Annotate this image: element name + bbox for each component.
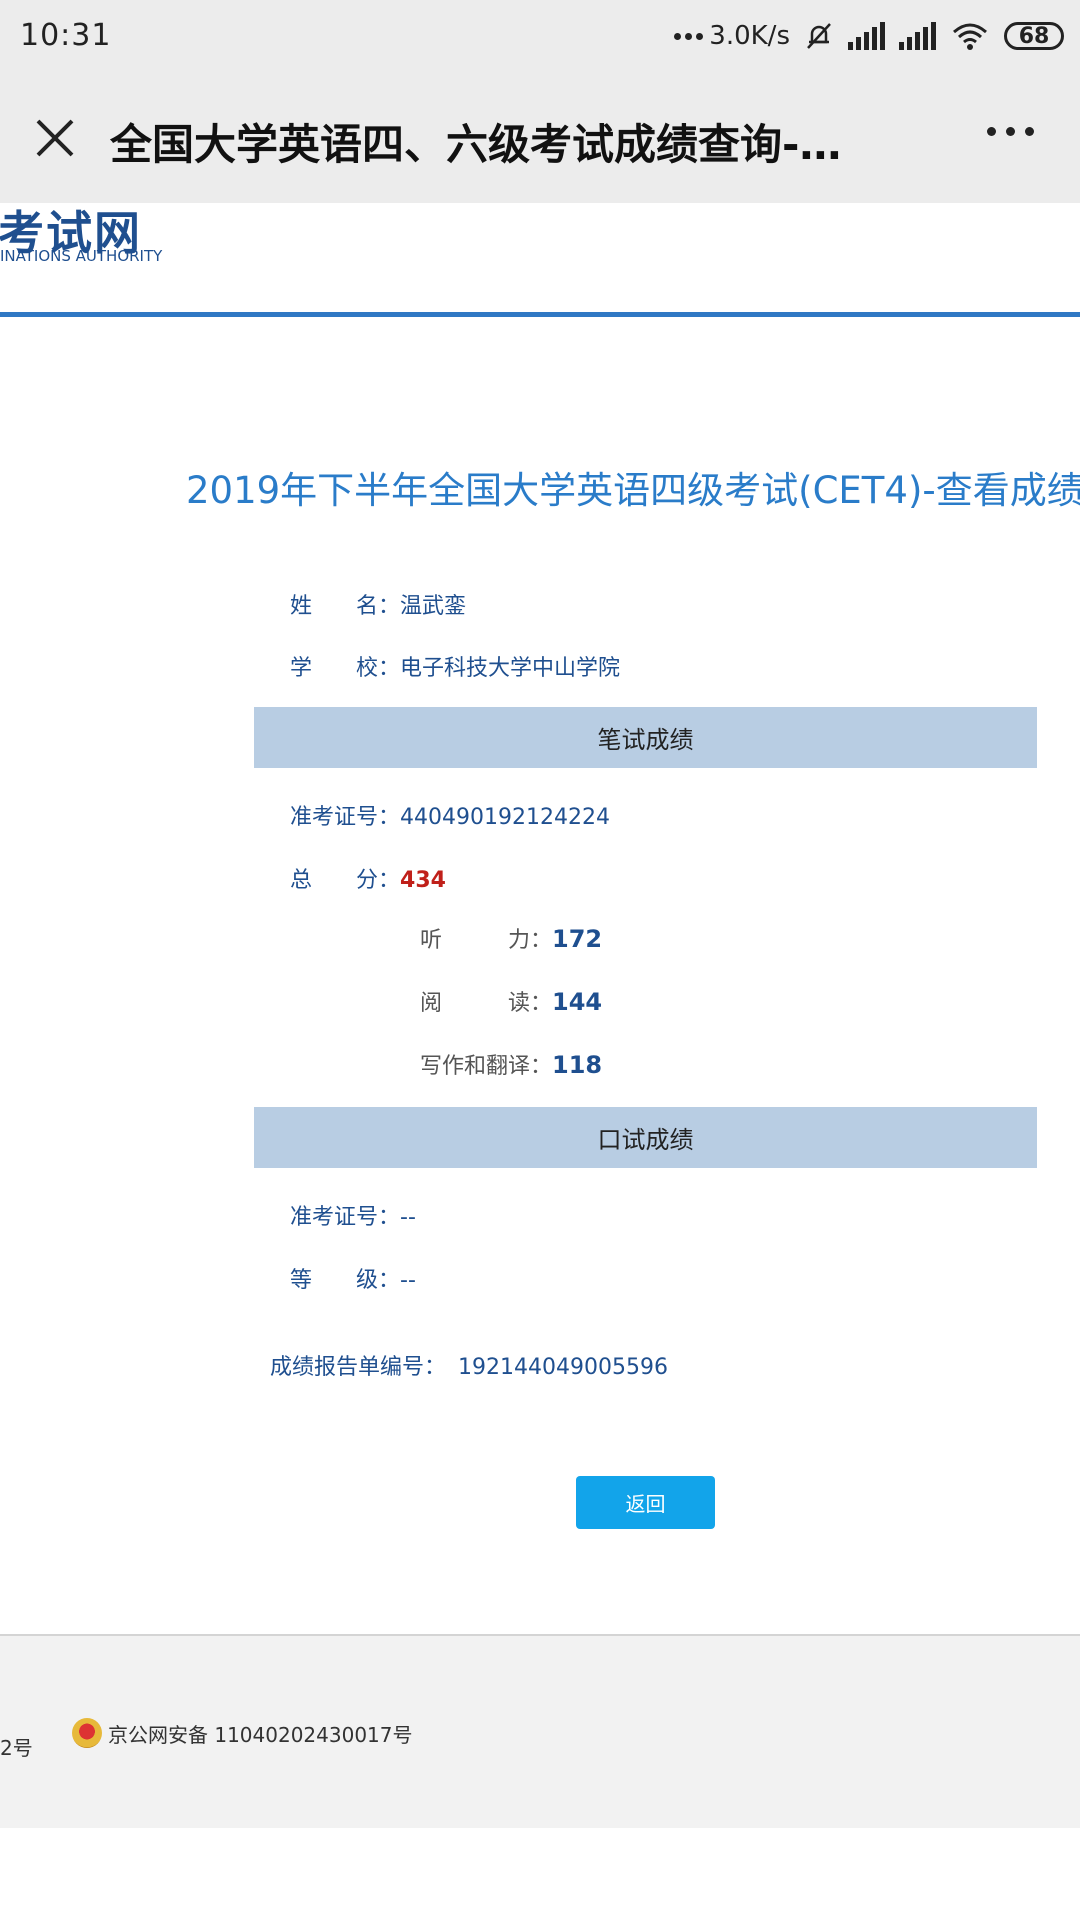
footer-icp[interactable]: 京公网安备 11040202430017号: [72, 1718, 413, 1748]
page-title: 2019年下半年全国大学英语四级考试(CET4)-查看成绩: [186, 469, 1080, 512]
status-icons: 3.0K/s 68: [674, 14, 1064, 58]
wifi-icon: [953, 23, 987, 50]
battery-icon: 68: [1004, 22, 1064, 50]
signal-icon: [899, 22, 936, 50]
mute-bell-icon: [807, 23, 831, 49]
report-number-value: 192144049005596: [458, 1355, 668, 1380]
listening-label: 听 力：: [420, 928, 553, 953]
reading-label: 阅 读：: [420, 991, 553, 1016]
reading-value: 144: [552, 988, 603, 1016]
oral-grade-label: 等 级：: [290, 1268, 401, 1293]
writing-label: 写作和翻译：: [420, 1054, 553, 1079]
written-ticket-row: 准考证号：440490192124224: [290, 799, 610, 831]
listening-row: 听 力：172: [420, 922, 602, 954]
total-score-row: 总 分：434: [290, 862, 446, 894]
written-section-title: 笔试成绩: [597, 726, 694, 754]
written-ticket-label: 准考证号：: [290, 805, 401, 830]
total-score-label: 总 分：: [290, 868, 401, 893]
more-options-icon[interactable]: [987, 127, 1034, 136]
more-dots-icon: [674, 32, 704, 40]
school-value: 电子科技大学中山学院: [400, 656, 621, 681]
writing-row: 写作和翻译：118: [420, 1048, 602, 1080]
oral-section-header: 口试成绩: [254, 1107, 1037, 1168]
return-button[interactable]: 返回: [576, 1476, 715, 1529]
header-divider: [0, 312, 1080, 317]
school-row: 学 校：电子科技大学中山学院: [290, 650, 620, 682]
report-number-row: 成绩报告单编号： 192144049005596: [270, 1349, 668, 1381]
school-label: 学 校：: [290, 656, 401, 681]
written-section-header: 笔试成绩: [254, 707, 1037, 768]
close-icon[interactable]: [30, 113, 80, 163]
signal-icon: [848, 22, 885, 50]
oral-ticket-row: 准考证号：--: [290, 1199, 416, 1231]
oral-ticket-label: 准考证号：: [290, 1205, 401, 1230]
oral-section-title: 口试成绩: [597, 1126, 694, 1154]
report-number-label: 成绩报告单编号：: [270, 1355, 447, 1380]
status-time: 10:31: [20, 18, 112, 53]
oral-grade-value: --: [400, 1268, 416, 1293]
name-label: 姓 名：: [290, 594, 401, 619]
battery-level: 68: [1018, 23, 1050, 49]
total-score-value: 434: [400, 868, 446, 893]
police-badge-icon: [72, 1718, 102, 1748]
page-title-bar: 全国大学英语四、六级考试成绩查询-…: [110, 120, 842, 169]
network-speed-label: 3.0K/s: [709, 21, 790, 51]
footer-left-text: 2号: [0, 1736, 33, 1760]
writing-value: 118: [552, 1051, 603, 1079]
footer-icp-text[interactable]: 京公网安备 11040202430017号: [108, 1719, 413, 1748]
written-ticket-value: 440490192124224: [400, 805, 610, 830]
status-bar: 10:31 3.0K/s 68: [0, 0, 1080, 75]
app-bar: 全国大学英语四、六级考试成绩查询-…: [0, 75, 1080, 204]
oral-grade-row: 等 级：--: [290, 1262, 416, 1294]
reading-row: 阅 读：144: [420, 985, 602, 1017]
name-value: 温武銮: [400, 594, 467, 619]
listening-value: 172: [552, 925, 603, 953]
footer: 2号 京公网安备 11040202430017号: [0, 1636, 1080, 1828]
oral-ticket-value: --: [400, 1205, 416, 1230]
name-row: 姓 名：温武銮: [290, 588, 466, 620]
site-logo-subtitle: INATIONS AUTHORITY: [0, 247, 163, 265]
site-header: 考试网 INATIONS AUTHORITY: [0, 203, 1080, 313]
network-speed: 3.0K/s: [674, 21, 790, 51]
